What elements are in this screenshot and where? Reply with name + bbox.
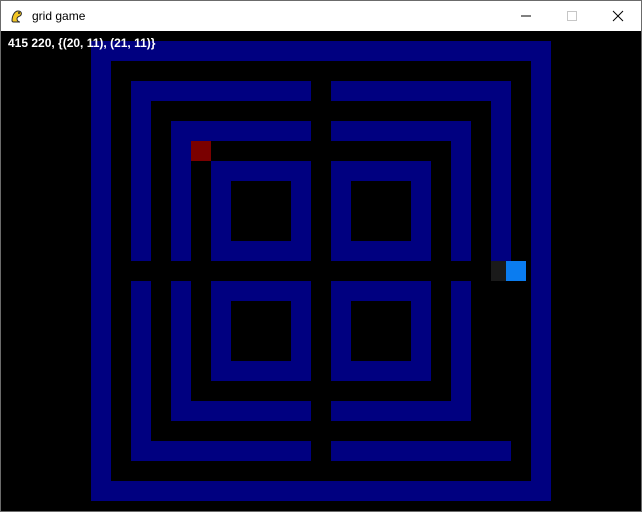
maze-wall-segment — [331, 121, 471, 141]
player-block — [506, 261, 526, 281]
game-canvas[interactable]: 415 220, {(20, 11), (21, 11)} — [1, 31, 641, 511]
maze-wall-segment — [491, 81, 511, 261]
close-icon — [612, 10, 624, 22]
maze-wall-segment — [171, 121, 311, 141]
maze-wall-segment — [331, 281, 351, 381]
close-button[interactable] — [595, 1, 641, 31]
title-bar[interactable]: grid game — [1, 1, 641, 31]
window-title: grid game — [32, 9, 86, 23]
maze-wall-segment — [131, 81, 311, 101]
maze-wall-segment — [211, 161, 231, 261]
maze-wall-segment — [411, 281, 431, 381]
trail-tile — [491, 261, 507, 281]
maze-wall-segment — [91, 41, 551, 61]
enemy-block — [191, 141, 211, 161]
maze-wall-segment — [331, 161, 351, 261]
maze-wall-segment — [91, 41, 111, 501]
maze-wall-segment — [131, 441, 311, 461]
maximize-icon — [567, 11, 577, 21]
maze-wall-segment — [211, 281, 231, 381]
pygame-icon — [11, 10, 22, 23]
maze-wall-segment — [451, 281, 471, 421]
maze-wall-segment — [411, 161, 431, 261]
maze-wall-segment — [531, 41, 551, 501]
maze-wall-segment — [131, 281, 151, 461]
maze-wall-segment — [331, 441, 511, 461]
maze-wall-segment — [331, 401, 471, 421]
maze-wall-segment — [451, 121, 471, 261]
maze-wall-segment — [171, 281, 191, 421]
maze-wall-segment — [171, 121, 191, 261]
minimize-icon — [521, 15, 531, 17]
maximize-button[interactable] — [549, 1, 595, 31]
maze-wall-segment — [331, 81, 511, 101]
maze-wall-segment — [171, 401, 311, 421]
maze-wall-segment — [91, 481, 551, 501]
maze-wall-segment — [131, 81, 151, 261]
maze-wall-segment — [291, 281, 311, 381]
debug-readout: 415 220, {(20, 11), (21, 11)} — [8, 36, 156, 50]
minimize-button[interactable] — [503, 1, 549, 31]
maze-board — [1, 31, 641, 511]
game-window: grid game 415 220, {(20, 11), (21, 11)} — [0, 0, 642, 512]
maze-wall-segment — [291, 161, 311, 261]
